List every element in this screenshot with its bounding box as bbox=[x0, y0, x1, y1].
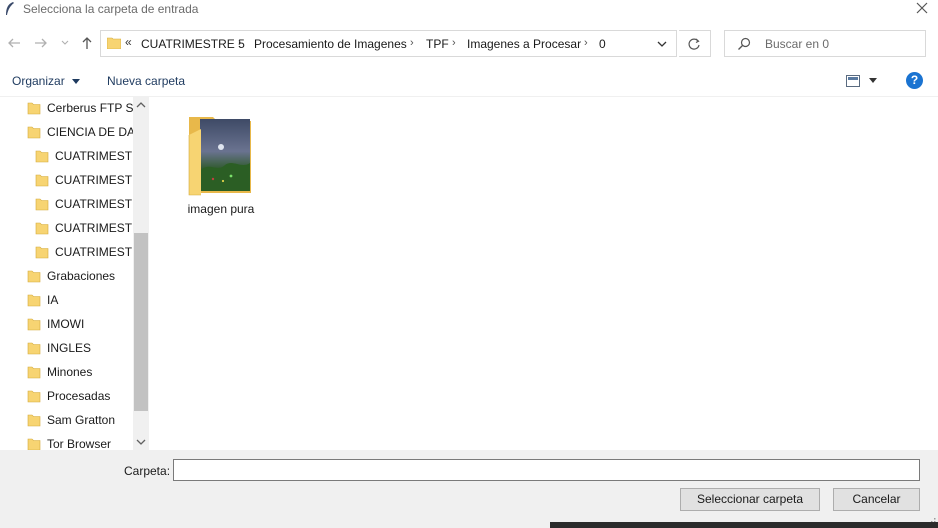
nav-folder-item[interactable]: IMOWI bbox=[0, 312, 133, 336]
nav-folder-item[interactable]: CIENCIA DE DATOS bbox=[0, 120, 133, 144]
chevron-down-icon[interactable] bbox=[868, 78, 878, 84]
close-icon[interactable] bbox=[914, 0, 930, 16]
title-bar: Selecciona la carpeta de entrada bbox=[0, 0, 938, 18]
crumb-cuatrimestre-5[interactable]: CUATRIMESTRE 5 bbox=[141, 37, 245, 51]
nav-scrollbar[interactable] bbox=[133, 97, 149, 450]
help-icon[interactable]: ? bbox=[906, 72, 923, 89]
nav-folder-item[interactable]: CUATRIMESTRE 5 bbox=[0, 240, 133, 264]
new-folder-button[interactable]: Nueva carpeta bbox=[107, 74, 185, 88]
select-folder-button[interactable]: Seleccionar carpeta bbox=[680, 488, 820, 511]
refresh-icon bbox=[688, 38, 700, 50]
dialog-footer: Carpeta: Seleccionar carpeta Cancelar bbox=[0, 450, 938, 528]
crumb-imagenes-a-procesar[interactable]: Imagenes a Procesar bbox=[467, 37, 581, 51]
folder-item-imagen-pura[interactable]: imagen pura bbox=[185, 113, 257, 221]
search-input[interactable]: Buscar en 0 bbox=[765, 37, 829, 51]
search-icon bbox=[738, 37, 751, 50]
nav-folder-label: CUATRIMESTRE 3 bbox=[55, 197, 133, 211]
folder-icon bbox=[35, 222, 49, 235]
scroll-down-icon[interactable] bbox=[133, 436, 149, 448]
chevron-down-icon[interactable] bbox=[656, 38, 668, 50]
chevron-right-icon[interactable]: › bbox=[410, 37, 414, 49]
forward-arrow-icon[interactable] bbox=[33, 35, 49, 51]
folder-icon bbox=[27, 414, 41, 427]
nav-folder-label: Minones bbox=[47, 365, 93, 379]
nav-folder-item[interactable]: Tor Browser bbox=[0, 432, 133, 450]
folder-icon bbox=[27, 438, 41, 450]
back-arrow-icon[interactable] bbox=[6, 35, 22, 51]
chevron-right-icon[interactable]: › bbox=[452, 37, 456, 49]
organize-label: Organizar bbox=[12, 74, 65, 88]
nav-folder-label: CUATRIMESTRE 2 bbox=[55, 173, 133, 187]
nav-folder-label: CUATRIMESTRE 1 bbox=[55, 149, 133, 163]
nav-folder-item[interactable]: Minones bbox=[0, 360, 133, 384]
folder-field-label: Carpeta: bbox=[124, 464, 171, 478]
nav-folder-label: Procesadas bbox=[47, 389, 111, 403]
feather-icon bbox=[6, 2, 14, 15]
nav-folder-label: Grabaciones bbox=[47, 269, 116, 283]
nav-folder-label: Sam Gratton bbox=[47, 413, 116, 427]
search-box[interactable]: Buscar en 0 bbox=[724, 30, 926, 57]
recent-dropdown-icon[interactable] bbox=[61, 40, 69, 46]
file-list[interactable]: imagen pura bbox=[150, 97, 938, 450]
nav-folder-label: INGLES bbox=[47, 341, 92, 355]
cancel-button[interactable]: Cancelar bbox=[833, 488, 920, 511]
chevron-right-icon[interactable]: › bbox=[238, 37, 242, 49]
refresh-button[interactable] bbox=[679, 30, 711, 57]
nav-folder-label: CUATRIMESTRE 5 bbox=[55, 245, 133, 259]
nav-folder-label: IA bbox=[47, 293, 59, 307]
folder-name-input[interactable] bbox=[173, 459, 920, 481]
folder-icon bbox=[27, 126, 41, 139]
nav-folder-label: Tor Browser bbox=[47, 437, 112, 450]
folder-icon bbox=[27, 270, 41, 283]
folder-icon bbox=[27, 390, 41, 403]
nav-folder-item[interactable]: IA bbox=[0, 288, 133, 312]
folder-icon bbox=[107, 37, 121, 49]
nav-folder-item[interactable]: Cerberus FTP Server bbox=[0, 97, 133, 120]
crumb-procesamiento[interactable]: Procesamiento de Imagenes bbox=[254, 37, 407, 51]
folder-icon bbox=[27, 342, 41, 355]
nav-folder-label: CIENCIA DE DATOS bbox=[47, 125, 133, 139]
chevron-down-icon bbox=[72, 78, 81, 84]
crumb-tpf[interactable]: TPF bbox=[426, 37, 449, 51]
address-bar[interactable]: « CUATRIMESTRE 5 › Procesamiento de Imag… bbox=[100, 30, 677, 57]
folder-icon bbox=[35, 174, 49, 187]
nav-folder-item[interactable]: CUATRIMESTRE 2 bbox=[0, 168, 133, 192]
folder-icon bbox=[35, 246, 49, 259]
nav-folder-label: CUATRIMESTRE 4 bbox=[55, 221, 133, 235]
nav-folder-item[interactable]: Sam Gratton bbox=[0, 408, 133, 432]
command-toolbar: Organizar Nueva carpeta ? bbox=[0, 67, 938, 97]
crumb-0[interactable]: 0 bbox=[599, 37, 606, 51]
address-overflow[interactable]: « bbox=[125, 35, 132, 49]
folder-item-label: imagen pura bbox=[187, 202, 255, 216]
nav-folder-item[interactable]: Grabaciones bbox=[0, 264, 133, 288]
nav-folder-item[interactable]: INGLES bbox=[0, 336, 133, 360]
nav-folder-item[interactable]: CUATRIMESTRE 4 bbox=[0, 216, 133, 240]
folder-icon bbox=[27, 318, 41, 331]
view-options-icon[interactable] bbox=[846, 75, 860, 87]
folder-icon bbox=[35, 150, 49, 163]
folder-icon bbox=[27, 366, 41, 379]
navigation-pane[interactable]: Cerberus FTP Server CIENCIA DE DATOS CUATR… bbox=[0, 97, 149, 450]
folder-icon bbox=[27, 102, 41, 115]
folder-thumbnail-icon bbox=[188, 117, 251, 196]
background-strip bbox=[550, 522, 938, 528]
nav-folder-item[interactable]: Procesadas bbox=[0, 384, 133, 408]
nav-folder-label: IMOWI bbox=[47, 317, 85, 331]
window-title: Selecciona la carpeta de entrada bbox=[23, 2, 199, 16]
organize-button[interactable]: Organizar bbox=[12, 74, 81, 88]
chevron-right-icon[interactable]: › bbox=[584, 37, 588, 49]
scrollbar-thumb[interactable] bbox=[134, 233, 148, 411]
folder-icon bbox=[27, 294, 41, 307]
nav-folder-label: Cerberus FTP Server bbox=[47, 101, 133, 115]
scroll-up-icon[interactable] bbox=[133, 99, 149, 111]
nav-folder-item[interactable]: CUATRIMESTRE 3 bbox=[0, 192, 133, 216]
up-arrow-icon[interactable] bbox=[79, 35, 95, 51]
folder-icon bbox=[35, 198, 49, 211]
nav-folder-item[interactable]: CUATRIMESTRE 1 bbox=[0, 144, 133, 168]
